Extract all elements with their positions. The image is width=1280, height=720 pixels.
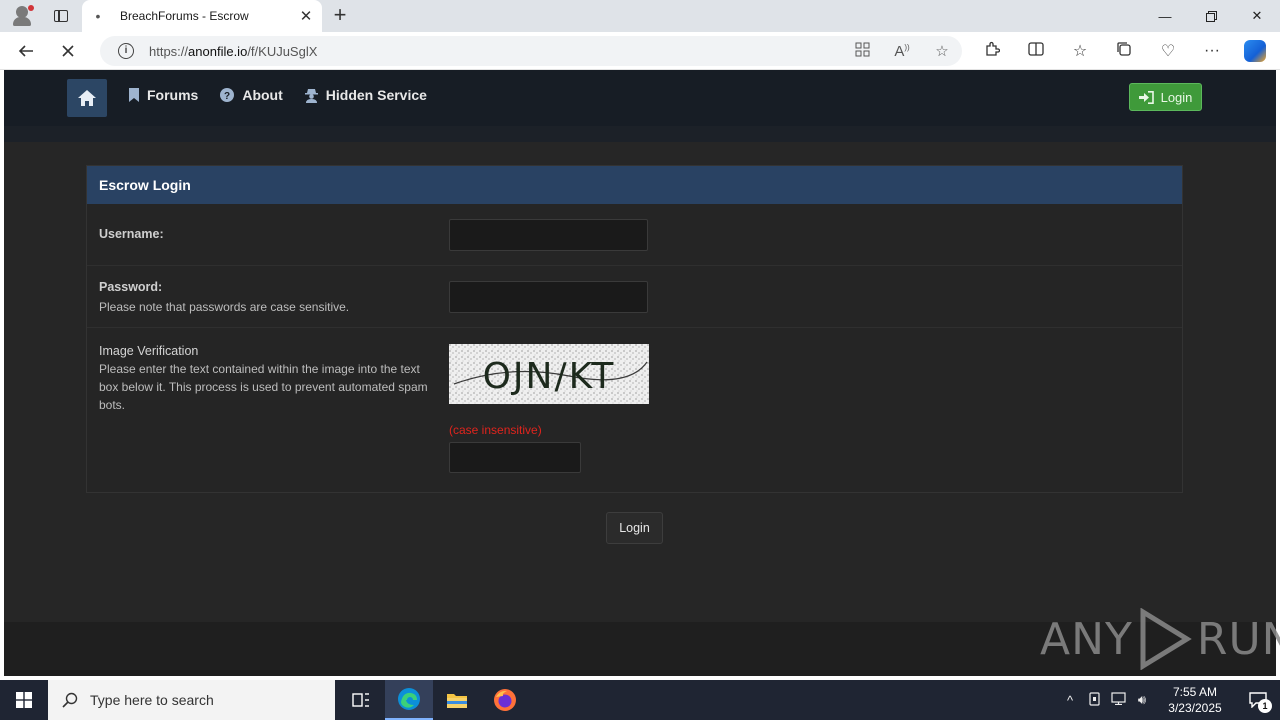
url-field[interactable]: i https://anonfile.io/f/KUJuSglX A)) ☆	[100, 36, 962, 66]
password-input[interactable]	[449, 281, 648, 313]
system-tray: ^ 🔊︎ 7:55 AM 3/23/2025 1	[1058, 680, 1280, 720]
main-content: Escrow Login Username: Password: Please …	[4, 142, 1276, 622]
panel-title: Escrow Login	[87, 166, 1182, 204]
password-label: Password:	[99, 280, 163, 294]
svg-text:?: ?	[224, 91, 230, 102]
captcha-image: OJN/KT	[449, 344, 649, 404]
nav-forums[interactable]: Forums	[129, 87, 198, 103]
restore-icon[interactable]	[1188, 0, 1234, 32]
tab-title: BreachForums - Escrow	[120, 9, 249, 23]
url-text: https://anonfile.io/f/KUJuSglX	[149, 43, 318, 59]
file-explorer-icon[interactable]	[433, 680, 481, 720]
settings-more-icon[interactable]: ···	[1190, 42, 1234, 60]
header-login-button[interactable]: Login	[1129, 83, 1202, 111]
clock-time: 7:55 AM	[1172, 685, 1218, 699]
windows-taskbar: Type here to search ^ 🔊︎ 7:55 AM 3/23/20…	[0, 680, 1280, 720]
windows-start-icon[interactable]	[0, 680, 48, 720]
web-page: Forums ? About Hidden Service Login Escr…	[4, 70, 1280, 676]
nav-hidden-service[interactable]: Hidden Service	[304, 87, 427, 103]
network-icon[interactable]	[1106, 692, 1130, 708]
firefox-icon[interactable]	[481, 680, 529, 720]
captcha-input[interactable]	[449, 442, 581, 473]
task-view-icon[interactable]	[337, 680, 385, 720]
copilot-icon[interactable]	[1244, 40, 1266, 62]
browser-tab[interactable]: • BreachForums - Escrow ✕	[82, 0, 322, 32]
taskbar-clock[interactable]: 7:55 AM 3/23/2025	[1154, 684, 1236, 716]
taskbar-search-box[interactable]: Type here to search	[48, 680, 335, 720]
site-nav: Forums ? About Hidden Service	[129, 87, 449, 103]
favorite-star-icon[interactable]: ☆	[922, 42, 962, 60]
play-logo-icon	[1140, 608, 1192, 670]
notification-center-icon[interactable]: 1	[1236, 680, 1280, 720]
tab-close-icon[interactable]: ✕	[296, 7, 316, 25]
address-bar-row: i https://anonfile.io/f/KUJuSglX A)) ☆ ☆…	[0, 32, 1280, 70]
password-hint: Please note that passwords are case sens…	[99, 300, 350, 314]
clock-date: 3/23/2025	[1168, 701, 1222, 715]
collections-icon[interactable]	[1102, 41, 1146, 62]
app-grid-icon[interactable]	[842, 42, 882, 61]
verification-hint: Please enter the text contained within t…	[99, 362, 428, 412]
split-screen-icon[interactable]	[1014, 41, 1058, 61]
show-hidden-icons-icon[interactable]: ^	[1058, 693, 1082, 708]
captcha-text: OJN/KT	[483, 356, 616, 397]
question-circle-icon: ?	[220, 88, 235, 102]
search-icon	[62, 692, 78, 708]
home-button[interactable]	[67, 79, 107, 117]
login-submit-button[interactable]: Login	[606, 512, 663, 544]
edge-taskbar-icon[interactable]	[385, 680, 433, 720]
tab-favicon: •	[95, 8, 101, 24]
escrow-login-panel: Escrow Login Username: Password: Please …	[86, 165, 1183, 493]
verification-label: Image Verification	[99, 344, 199, 358]
browser-tab-bar: • BreachForums - Escrow ✕ + — ✕	[0, 0, 1280, 32]
browser-essentials-icon[interactable]: ♡	[1146, 41, 1190, 61]
profile-icon[interactable]	[0, 0, 44, 32]
minimize-icon[interactable]: —	[1142, 0, 1188, 32]
taskbar-search-placeholder: Type here to search	[90, 692, 214, 708]
device-icon[interactable]	[1082, 691, 1106, 709]
back-icon[interactable]	[8, 35, 44, 67]
tab-actions-icon[interactable]	[44, 0, 78, 32]
volume-icon[interactable]: 🔊︎	[1130, 692, 1154, 708]
new-tab-icon[interactable]: +	[328, 4, 352, 28]
extensions-icon[interactable]	[970, 41, 1014, 62]
username-row: Username:	[87, 204, 1182, 266]
read-aloud-icon[interactable]: A))	[882, 43, 922, 60]
site-info-icon[interactable]: i	[118, 43, 134, 59]
user-secret-icon	[304, 88, 318, 103]
username-label: Username:	[99, 227, 164, 241]
verification-row: Image Verification Please enter the text…	[87, 328, 1182, 492]
sign-in-icon	[1138, 90, 1154, 104]
password-row: Password: Please note that passwords are…	[87, 266, 1182, 328]
home-icon	[78, 90, 96, 106]
anyrun-watermark: ANY RUN	[1040, 608, 1280, 670]
bookmark-icon	[129, 88, 139, 102]
close-window-icon[interactable]: ✕	[1234, 0, 1280, 32]
favorites-icon[interactable]: ☆	[1058, 41, 1102, 61]
username-input[interactable]	[449, 219, 648, 251]
stop-loading-icon[interactable]	[50, 35, 86, 67]
case-insensitive-note: (case insensitive)	[449, 423, 542, 437]
notification-badge: 1	[1258, 699, 1272, 713]
nav-about[interactable]: ? About	[220, 87, 283, 103]
